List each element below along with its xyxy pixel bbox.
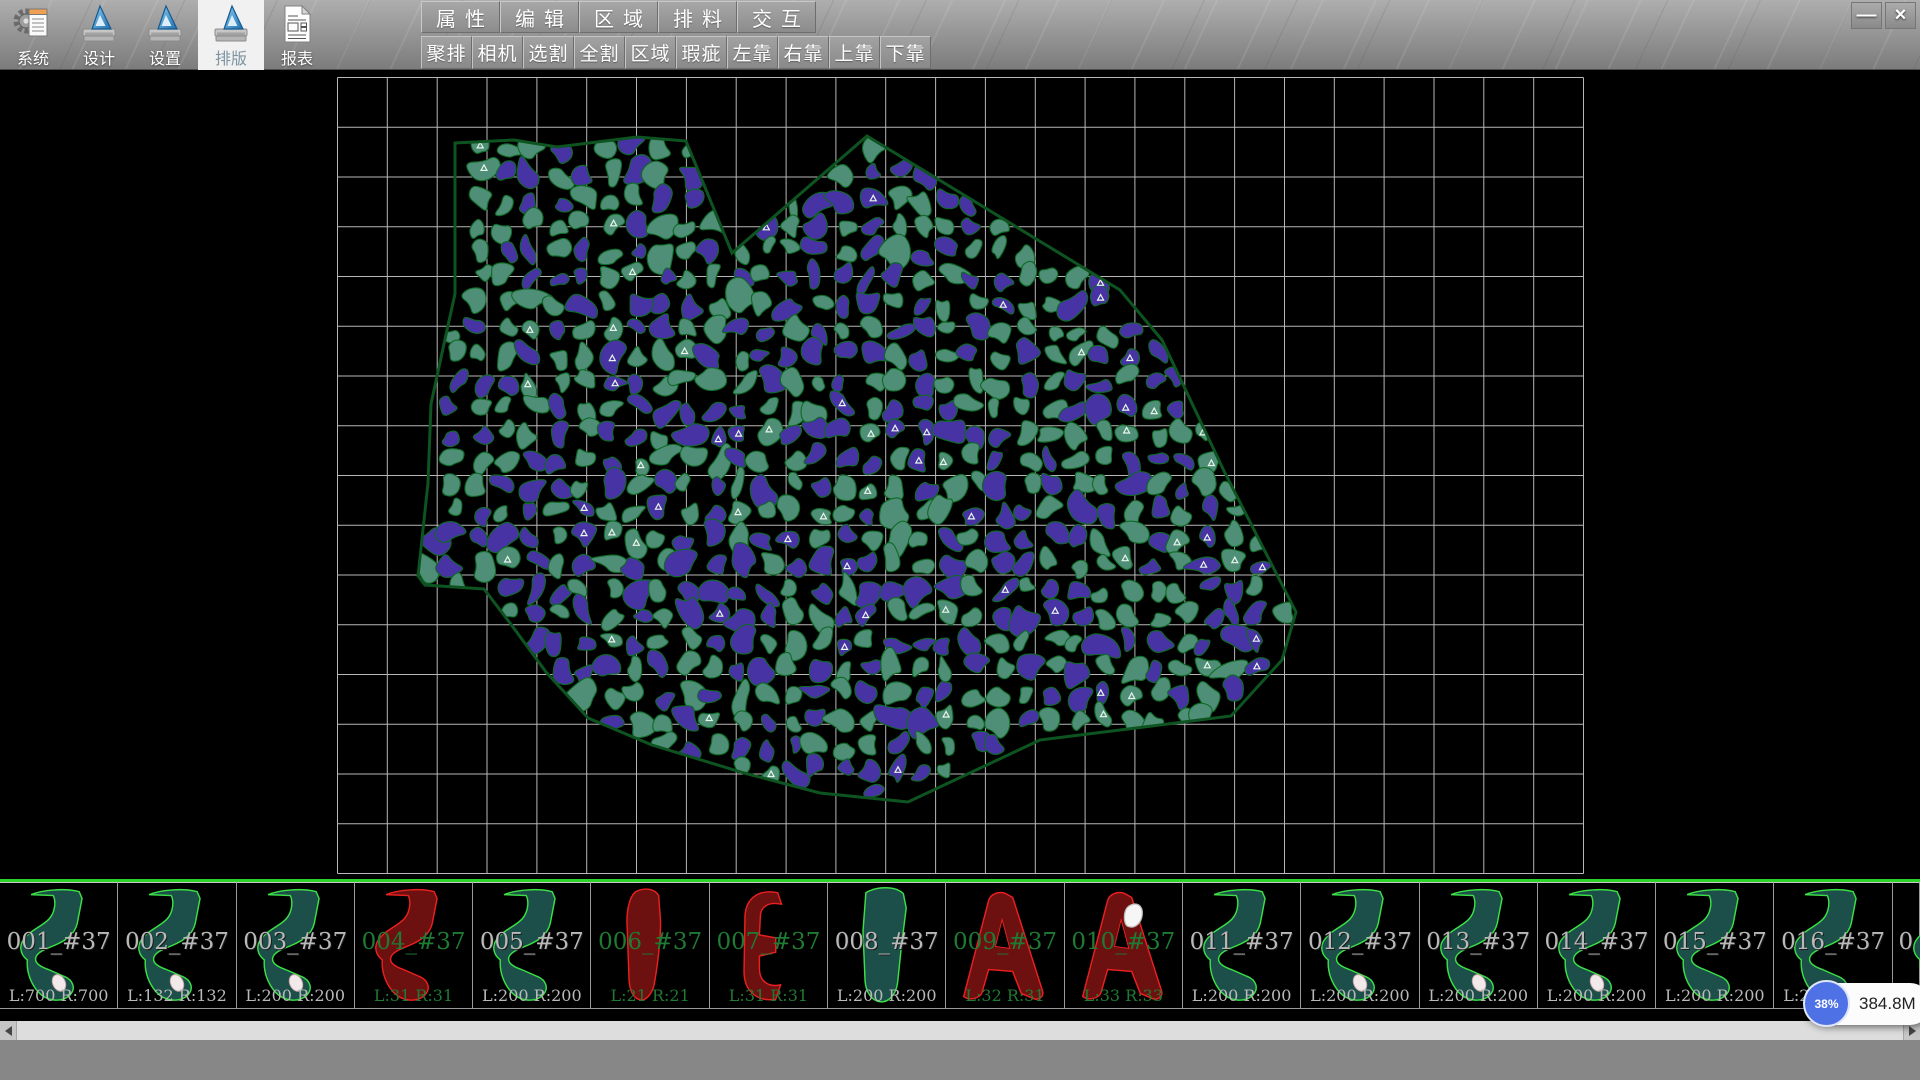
piece-lr-count-label: L:32 R:31 [946, 986, 1063, 1005]
piece-thumbnail-2[interactable]: 002_#37 L:132 R:132 [118, 882, 236, 1009]
piece-lr-count-label: L:200 R:200 [1420, 986, 1537, 1005]
piece-thumbnail-9[interactable]: 009_#37 L:32 R:31 [946, 882, 1064, 1009]
piece-thumbnail-11[interactable]: 011_#37 L:200 R:200 [1183, 882, 1301, 1009]
piece-id-label: 003_#37 [237, 929, 354, 955]
window-controls: — × [1851, 2, 1916, 29]
piece-thumbnail-5[interactable]: 005_#37 L:200 R:200 [473, 882, 591, 1009]
tool-button-4[interactable]: 全割 [574, 36, 625, 69]
close-button[interactable]: × [1885, 2, 1916, 29]
titlebar: 系统设计设置排版报表 属性编辑区域排料交互 聚排相机选割全割区域瑕疵左靠右靠上靠… [0, 0, 1920, 70]
piece-id-label: 016_#37 [1774, 929, 1891, 955]
piece-lr-count-label: L:200 R:200 [1183, 986, 1300, 1005]
piece-id-label: 013_#37 [1420, 929, 1537, 955]
piece-lr-count-label: L:200 R:200 [1301, 986, 1418, 1005]
nav-item-3[interactable]: 设置 [132, 0, 198, 70]
piece-id-label: 011_#37 [1183, 929, 1300, 955]
piece-lr-count-label: L:21 R:21 [591, 986, 708, 1005]
menu-tab-2[interactable]: 编辑 [500, 1, 579, 33]
piece-thumbnail-12[interactable]: 012_#37 L:200 R:200 [1301, 882, 1419, 1009]
piece-lr-count-label: L:200 R:200 [1656, 986, 1773, 1005]
tool-button-10[interactable]: 下靠 [880, 36, 931, 69]
menu-tab-5[interactable]: 交互 [737, 1, 816, 33]
design-ruler-icon [79, 3, 119, 50]
memory-badge: 38% 384.8M [1805, 983, 1920, 1025]
tool-button-9[interactable]: 上靠 [829, 36, 880, 69]
piece-id-label: 005_#37 [473, 929, 590, 955]
piece-id-label: 007_#37 [710, 929, 827, 955]
menu-tab-4[interactable]: 排料 [658, 1, 737, 33]
piece-id-label: 009_#37 [946, 929, 1063, 955]
piece-thumbnail-7[interactable]: 007_#37 L:31 R:31 [710, 882, 828, 1009]
piece-thumbnail-4[interactable]: 004_#37 L:31 R:31 [355, 882, 473, 1009]
tool-button-8[interactable]: 右靠 [778, 36, 829, 69]
memory-size-label: 384.8M [1859, 994, 1916, 1014]
tool-button-2[interactable]: 相机 [472, 36, 523, 69]
piece-id-label: 014_#37 [1538, 929, 1655, 955]
scroll-left-button[interactable] [0, 1021, 17, 1040]
menu-tab-1[interactable]: 属性 [421, 1, 500, 33]
piece-lr-count-label: L:200 R:200 [237, 986, 354, 1005]
piece-lr-count-label: L:200 R:200 [1538, 986, 1655, 1005]
piece-thumbnail-6[interactable]: 006_#37 L:21 R:21 [591, 882, 709, 1009]
tool-button-7[interactable]: 左靠 [727, 36, 778, 69]
chevron-right-icon [1909, 1026, 1916, 1036]
piece-thumbnail-15[interactable]: 015_#37 L:200 R:200 [1656, 882, 1774, 1009]
nav-item-4[interactable]: 排版 [198, 0, 264, 70]
piece-thumbnail-1[interactable]: 001_#37 L:700 R:700 [0, 882, 118, 1009]
nav-item-label: 设置 [149, 51, 181, 69]
nav-item-label: 排版 [215, 51, 247, 69]
report-doc-icon [277, 3, 317, 50]
nav-item-1[interactable]: 系统 [0, 0, 66, 70]
piece-thumbnail-8[interactable]: 008_#37 L:200 R:200 [828, 882, 946, 1009]
toolbar-row: 聚排相机选割全割区域瑕疵左靠右靠上靠下靠 [421, 36, 931, 69]
piece-lr-count-label: L:700 R:700 [0, 986, 117, 1005]
piece-lr-count-label: L:33 R:33 [1065, 986, 1182, 1005]
piece-lr-count-label: L:132 R:132 [118, 986, 235, 1005]
main-nav: 系统 设计 设置 排版 报表 [0, 0, 330, 70]
piece-thumbnail-13[interactable]: 013_#37 L:200 R:200 [1420, 882, 1538, 1009]
nav-item-label: 系统 [17, 51, 49, 69]
piece-id-label: 015_#37 [1656, 929, 1773, 955]
piece-id-label: 008_#37 [828, 929, 945, 955]
horizontal-scrollbar[interactable] [0, 1021, 1920, 1040]
menu-tab-3[interactable]: 区域 [579, 1, 658, 33]
piece-thumbnail-10[interactable]: 010_#37 L:33 R:33 [1065, 882, 1183, 1009]
nesting-canvas[interactable] [0, 70, 1920, 879]
piece-lr-count-label: L:31 R:31 [355, 986, 472, 1005]
nav-item-2[interactable]: 设计 [66, 0, 132, 70]
nav-item-5[interactable]: 报表 [264, 0, 330, 70]
system-gear-icon [13, 3, 53, 50]
piece-id-label: 001_#37 [0, 929, 117, 955]
chevron-left-icon [5, 1026, 12, 1036]
piece-id-label: 006_#37 [591, 929, 708, 955]
status-bar [0, 1040, 1920, 1080]
menu-tab-row: 属性编辑区域排料交互 [421, 1, 816, 33]
piece-thumbnail-strip: 001_#37L:700 R:700002_#37L:132 R:132003_… [0, 879, 1920, 1009]
piece-lr-count-label: L:31 R:31 [710, 986, 827, 1005]
nav-item-label: 报表 [281, 51, 313, 69]
scrollbar-thumb[interactable] [17, 1021, 1903, 1040]
piece-lr-count-label: L:200 R:200 [828, 986, 945, 1005]
piece-thumbnail-3[interactable]: 003_#37 L:200 R:200 [237, 882, 355, 1009]
minimize-button[interactable]: — [1851, 2, 1882, 29]
tool-button-5[interactable]: 区域 [625, 36, 676, 69]
piece-id-label: 012_#37 [1301, 929, 1418, 955]
settings-ruler-icon [145, 3, 185, 50]
tool-button-6[interactable]: 瑕疵 [676, 36, 727, 69]
tool-button-3[interactable]: 选割 [523, 36, 574, 69]
piece-lr-count-label: L:200 R:200 [473, 986, 590, 1005]
piece-id-label: 002_#37 [118, 929, 235, 955]
piece-id-label: 004_#37 [355, 929, 472, 955]
piece-id-label: 010_#37 [1065, 929, 1182, 955]
leather-hide[interactable] [412, 131, 1293, 797]
nav-item-label: 设计 [83, 51, 115, 69]
layout-ruler-icon [211, 3, 251, 50]
tool-button-1[interactable]: 聚排 [421, 36, 472, 69]
piece-thumbnail-14[interactable]: 014_#37 L:200 R:200 [1538, 882, 1656, 1009]
piece-id-label: 0 [1893, 929, 1919, 955]
memory-percent-indicator: 38% [1803, 980, 1850, 1027]
